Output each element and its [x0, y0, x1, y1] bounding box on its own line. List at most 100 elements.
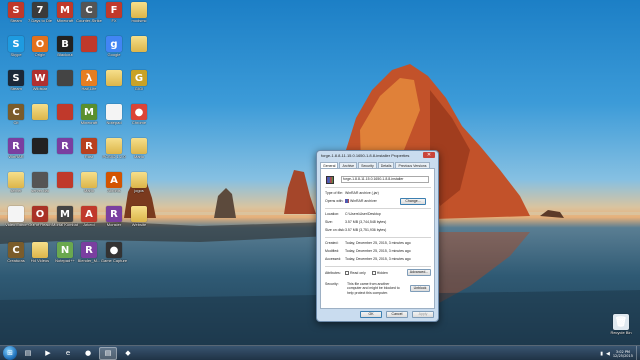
taskbar-item-game[interactable]: ◆: [119, 347, 137, 360]
properties-dialog[interactable]: forge-1.8.8-11.15.0.1650-1.8.8-installer…: [316, 150, 439, 322]
desktop-icon[interactable]: modsmc: [126, 2, 152, 32]
desktop-icon[interactable]: [52, 104, 78, 134]
show-desktop-button[interactable]: [636, 346, 640, 360]
network-icon[interactable]: ▮: [600, 351, 603, 357]
unblock-button[interactable]: Unblock: [410, 285, 430, 292]
document-icon: [106, 104, 122, 120]
readonly-checkbox[interactable]: [345, 271, 349, 276]
desktop-icon-label: GIGI: [134, 87, 144, 91]
desktop-icon[interactable]: G GIGI: [126, 70, 152, 100]
desktop-icon[interactable]: g Google: [101, 36, 127, 66]
game-icon: F: [106, 2, 122, 18]
desktop-icon[interactable]: C Creaturas: [3, 242, 29, 272]
taskbar-item-chrome[interactable]: ●: [79, 347, 97, 360]
desktop-icon[interactable]: M Mortal Kombat: [52, 206, 78, 236]
taskbar-item-explorer[interactable]: ▤: [19, 347, 37, 360]
type-value: WinRAR archive (.jar): [345, 191, 379, 195]
game-icon: [57, 70, 73, 86]
hidden-checkbox[interactable]: [371, 271, 376, 276]
desktop-icon-label: Blender_M...: [77, 259, 101, 263]
apply-button[interactable]: Apply: [412, 311, 434, 318]
size-on-disk-row: Size on disk:3.57 MB (3,751,936 bytes): [325, 228, 386, 232]
desktop-icon[interactable]: ● Chrome: [126, 104, 152, 134]
desktop-icon[interactable]: C Cit: [3, 104, 29, 134]
dialog-titlebar[interactable]: forge-1.8.8-11.15.0.1650-1.8.8-installer…: [317, 151, 438, 160]
cs-icon: C: [81, 2, 97, 18]
desktop-icon[interactable]: 🗑 Recycle Bin: [608, 314, 634, 344]
ie-icon: e: [65, 349, 71, 357]
desktop-icon-label: Website: [131, 223, 147, 227]
desktop-icon[interactable]: B Blackout: [52, 36, 78, 66]
winrar-icon: R: [8, 138, 24, 154]
origin-icon: O: [32, 36, 48, 52]
desktop-icon[interactable]: N Notepad++: [52, 242, 78, 272]
desktop-icon[interactable]: S Steam: [3, 70, 29, 100]
desktop-icon[interactable]: Hd Videos: [27, 242, 53, 272]
desktop-icon[interactable]: O Origin: [27, 36, 53, 66]
desktop-icon-label: Monster: [106, 223, 122, 227]
desktop-icon[interactable]: R WinRAR: [3, 138, 29, 168]
desktop-icon[interactable]: M Minecraft: [76, 104, 102, 134]
ok-button[interactable]: OK: [360, 311, 382, 318]
desktop-icon-label: Wildstar: [32, 87, 48, 91]
desktop-icon[interactable]: λ Half-Life: [76, 70, 102, 100]
created-label: Created:: [325, 241, 339, 245]
desktop-icon-label: Chrome: [131, 121, 147, 125]
taskbar: ⊞ ▤ ▶ e ● ▤ ◆ ▮ ◀ 3:02 PM 12/25/2015: [0, 345, 640, 360]
change-button[interactable]: Change...: [400, 198, 426, 205]
taskbar-item-explorer-window[interactable]: ▤: [99, 346, 117, 360]
desktop-icon[interactable]: R: [52, 138, 78, 168]
desktop-icon[interactable]: PCSX2 1.2.0: [101, 138, 127, 168]
desktop-icon-label: Notepad: [106, 121, 122, 125]
desktop-icon[interactable]: jogos: [126, 172, 152, 202]
desktop-icon[interactable]: [52, 70, 78, 100]
security-label: Security:: [325, 282, 339, 286]
folder-icon: [32, 242, 48, 258]
desktop-icon[interactable]: O Out of Reach: [27, 206, 53, 236]
desktop-icon[interactable]: 77 Days to Die: [27, 2, 53, 32]
volume-icon[interactable]: ◀: [606, 351, 610, 357]
size-on-disk-label: Size on disk:: [325, 228, 345, 232]
size-row: Size: 3.57 MB (3,744,548 bytes): [325, 220, 386, 224]
close-button[interactable]: ✕: [423, 152, 435, 158]
desktop-icon[interactable]: A Arkeol: [76, 206, 102, 236]
desktop-icon[interactable]: R Monster: [101, 206, 127, 236]
cancel-button[interactable]: Cancel: [386, 311, 408, 318]
desktop-icon[interactable]: Website: [126, 206, 152, 236]
desktop-icon[interactable]: Mario: [126, 138, 152, 168]
desktop-icon[interactable]: [76, 36, 102, 66]
desktop-icon[interactable]: Video Editor: [3, 206, 29, 236]
desktop-icon[interactable]: server.bat: [27, 172, 53, 202]
desktop-icon[interactable]: W Wildstar: [27, 70, 53, 100]
desktop-icon[interactable]: F FX: [101, 2, 127, 32]
desktop-icon[interactable]: server: [3, 172, 29, 202]
desktop-icon[interactable]: [27, 138, 53, 168]
taskbar-item-internet-explorer[interactable]: e: [59, 347, 77, 360]
dialog-title: forge-1.8.8-11.15.0.1650-1.8.8-installer…: [321, 153, 410, 158]
desktop-icon[interactable]: [27, 104, 53, 134]
start-button[interactable]: ⊞: [3, 346, 17, 360]
game-icon: A: [106, 172, 122, 188]
desktop-icon[interactable]: Notepad: [101, 104, 127, 134]
desktop-icon[interactable]: S Steam: [3, 2, 29, 32]
desktop-icon[interactable]: [52, 172, 78, 202]
desktop-icon[interactable]: Mario: [76, 172, 102, 202]
accessed-label: Accessed:: [325, 257, 342, 261]
size-label: Size:: [325, 220, 333, 224]
clock[interactable]: 3:02 PM 12/25/2015: [613, 350, 633, 358]
desktop-icon[interactable]: [101, 70, 127, 100]
game-icon: B: [57, 36, 73, 52]
taskbar-item-media-player[interactable]: ▶: [39, 347, 57, 360]
desktop-icon[interactable]: ● Game Capture: [101, 242, 127, 272]
desktop-icon[interactable]: A Acronis: [101, 172, 127, 202]
desktop-icon[interactable]: C Counter-Strike: [76, 2, 102, 32]
desktop-icon[interactable]: R Blender_M...: [76, 242, 102, 272]
general-panel: forge-1.8.8-11.15.0.1650-1.8.8-installer…: [320, 168, 435, 309]
desktop-icon[interactable]: R Rust: [76, 138, 102, 168]
desktop-icon[interactable]: S Skype: [3, 36, 29, 66]
desktop-icon[interactable]: [126, 36, 152, 66]
desktop-icon-label: Hd Videos: [30, 259, 50, 263]
desktop-icon[interactable]: M Minecraft: [52, 2, 78, 32]
advanced-button[interactable]: Advanced...: [407, 269, 431, 276]
file-name-field[interactable]: forge-1.8.8-11.15.0.1650-1.8.8-installer: [341, 176, 429, 183]
